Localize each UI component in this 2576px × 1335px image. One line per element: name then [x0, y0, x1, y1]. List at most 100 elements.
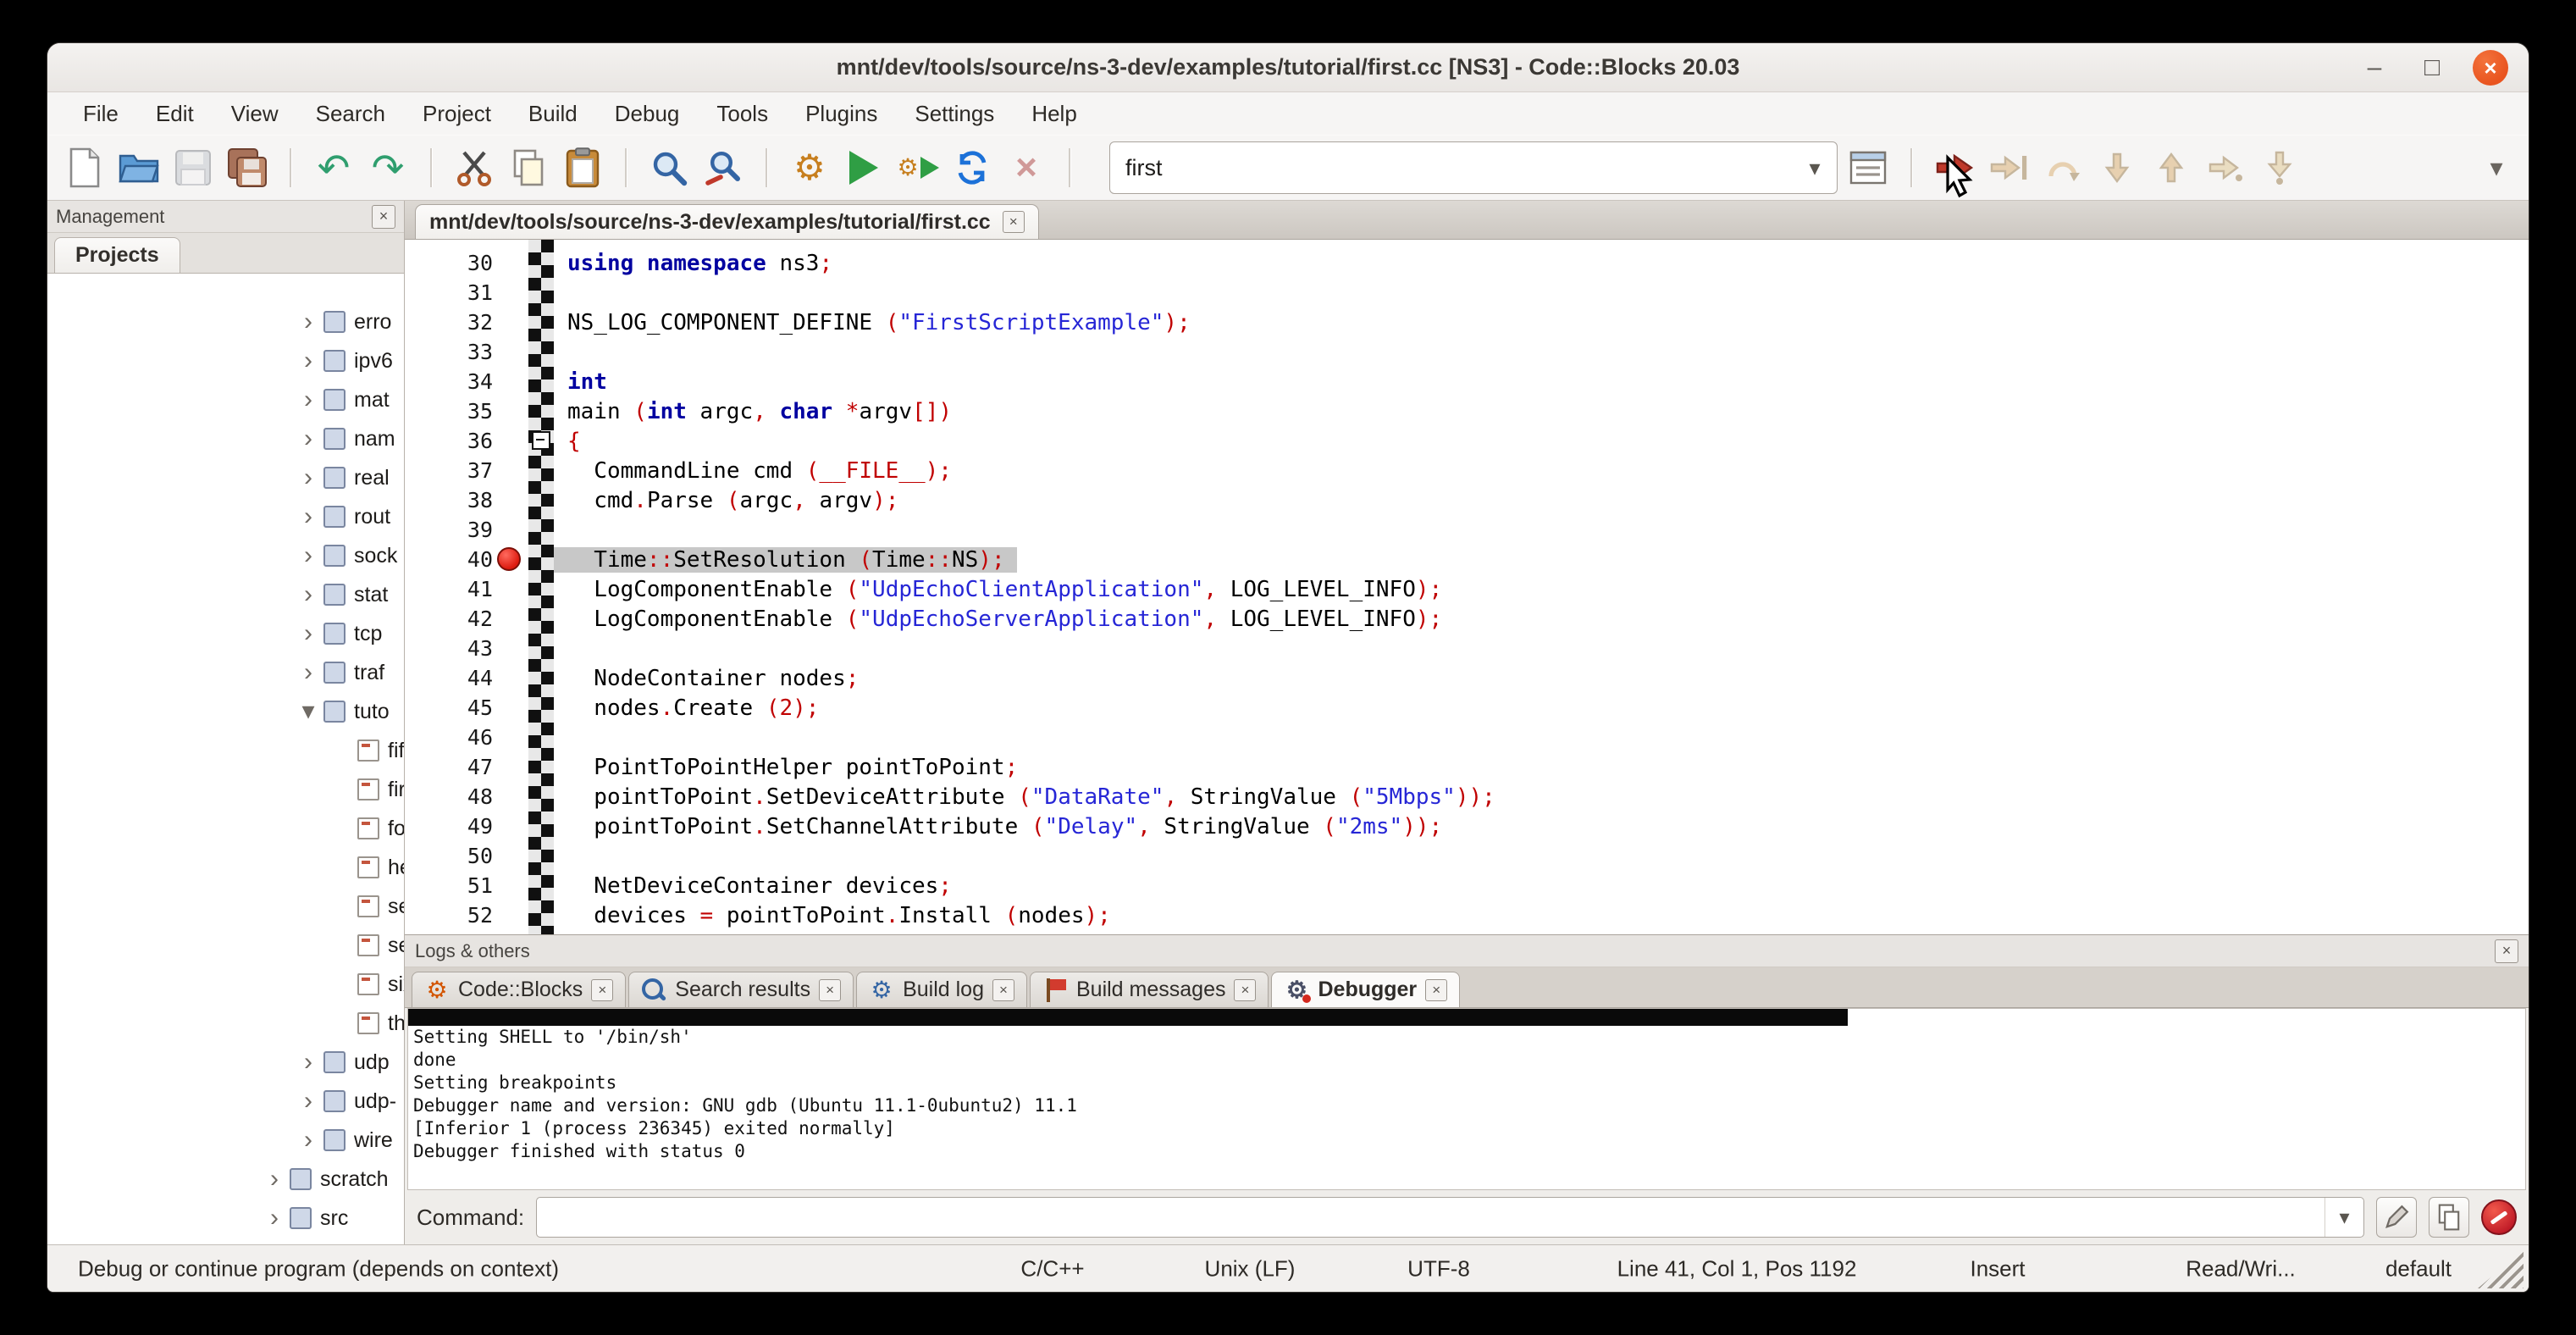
tree-item-scratch[interactable]: ›scratch — [47, 1160, 404, 1199]
redo-button[interactable]: ↷ — [364, 144, 412, 191]
tree-item-udp-[interactable]: ›udp- — [47, 1082, 404, 1121]
close-icon[interactable]: × — [1003, 211, 1025, 233]
abort-button[interactable]: × — [1003, 144, 1050, 191]
breakpoint-margin[interactable] — [493, 574, 528, 604]
code-line-46[interactable]: 46 — [405, 723, 2529, 752]
new-file-button[interactable] — [61, 144, 108, 191]
tree-item-se[interactable]: se — [47, 926, 404, 965]
breakpoint-margin[interactable] — [493, 723, 528, 752]
chevron-right-icon[interactable]: › — [293, 309, 323, 335]
chevron-down-icon[interactable]: ▾ — [1793, 155, 1837, 181]
project-tree[interactable]: ›erro›ipv6›mat›nam›real›rout›sock›stat›t… — [47, 274, 404, 1244]
step-into-button[interactable] — [2093, 144, 2141, 191]
menu-item-search[interactable]: Search — [297, 97, 404, 131]
breakpoint-icon[interactable] — [497, 547, 521, 571]
chevron-down-icon[interactable]: ▾ — [293, 699, 323, 724]
code-line-31[interactable]: 31 — [405, 278, 2529, 307]
breakpoint-margin[interactable] — [493, 693, 528, 723]
cut-button[interactable] — [451, 144, 498, 191]
tree-item-real[interactable]: ›real — [47, 458, 404, 497]
code-line-35[interactable]: 35main (int argc, char *argv[]) — [405, 396, 2529, 426]
chevron-right-icon[interactable]: › — [293, 504, 323, 529]
chevron-down-icon[interactable]: ▾ — [2324, 1198, 2363, 1237]
code-line-45[interactable]: 45 nodes.Create (2); — [405, 693, 2529, 723]
breakpoint-margin[interactable] — [493, 663, 528, 693]
tree-item-six[interactable]: six — [47, 965, 404, 1004]
chevron-right-icon[interactable]: › — [293, 660, 323, 685]
debugger-log[interactable]: Setting SHELL to '/bin/sh'doneSetting br… — [407, 1008, 2526, 1190]
stop-debugger-button[interactable] — [2481, 1199, 2517, 1235]
log-selected-row[interactable] — [408, 1009, 1848, 1026]
code-line-32[interactable]: 32NS_LOG_COMPONENT_DEFINE ("FirstScriptE… — [405, 307, 2529, 337]
step-into-instruction-button[interactable] — [2256, 144, 2303, 191]
breakpoint-margin[interactable] — [493, 307, 528, 337]
menu-item-build[interactable]: Build — [510, 97, 596, 131]
chevron-right-icon[interactable]: › — [293, 1088, 323, 1114]
code-line-50[interactable]: 50 — [405, 841, 2529, 871]
build-and-run-button[interactable]: ⚙ — [894, 144, 942, 191]
code-line-51[interactable]: 51 NetDeviceContainer devices; — [405, 871, 2529, 900]
close-icon[interactable]: × — [1234, 979, 1256, 1001]
run-button[interactable] — [840, 144, 887, 191]
code-line-40[interactable]: 40 Time::SetResolution (Time::NS); — [405, 545, 2529, 574]
code-line-47[interactable]: 47 PointToPointHelper pointToPoint; — [405, 752, 2529, 782]
breakpoint-margin[interactable] — [493, 782, 528, 812]
copy-log-button[interactable] — [2429, 1197, 2469, 1238]
chevron-right-icon[interactable]: › — [293, 348, 323, 374]
log-tab-debugger[interactable]: ⚙Debugger× — [1271, 972, 1460, 1007]
menu-item-file[interactable]: File — [64, 97, 137, 131]
menu-item-plugins[interactable]: Plugins — [787, 97, 896, 131]
code-editor[interactable]: 30using namespace ns3;3132NS_LOG_COMPONE… — [405, 240, 2529, 934]
breakpoint-margin[interactable] — [493, 604, 528, 634]
open-file-button[interactable] — [115, 144, 163, 191]
build-button[interactable]: ⚙ — [786, 144, 833, 191]
tree-item-fo[interactable]: fo — [47, 809, 404, 848]
tree-item-mat[interactable]: ›mat — [47, 380, 404, 419]
breakpoint-margin[interactable] — [493, 278, 528, 307]
run-to-cursor-button[interactable] — [1985, 144, 2032, 191]
debug-continue-button[interactable] — [1931, 144, 1978, 191]
close-icon[interactable]: × — [819, 979, 841, 1001]
code-line-49[interactable]: 49 pointToPoint.SetChannelAttribute ("De… — [405, 812, 2529, 841]
maximize-button[interactable]: □ — [2415, 53, 2449, 82]
close-icon[interactable]: × — [2495, 939, 2518, 963]
paste-button[interactable] — [559, 144, 606, 191]
next-line-button[interactable] — [2039, 144, 2087, 191]
tree-item-th[interactable]: th — [47, 1004, 404, 1043]
title-bar[interactable]: mnt/dev/tools/source/ns-3-dev/examples/t… — [47, 43, 2529, 92]
tree-item-he[interactable]: he — [47, 848, 404, 887]
breakpoint-margin[interactable] — [493, 841, 528, 871]
close-icon[interactable]: × — [992, 979, 1014, 1001]
code-line-38[interactable]: 38 cmd.Parse (argc, argv); — [405, 485, 2529, 515]
chevron-right-icon[interactable]: › — [293, 621, 323, 646]
close-icon[interactable]: × — [591, 979, 613, 1001]
chevron-right-icon[interactable]: › — [293, 1050, 323, 1075]
tree-item-se[interactable]: se — [47, 887, 404, 926]
code-line-42[interactable]: 42 LogComponentEnable ("UdpEchoServerApp… — [405, 604, 2529, 634]
tree-item-rout[interactable]: ›rout — [47, 497, 404, 536]
save-all-button[interactable] — [224, 144, 271, 191]
tree-item-sock[interactable]: ›sock — [47, 536, 404, 575]
code-line-48[interactable]: 48 pointToPoint.SetDeviceAttribute ("Dat… — [405, 782, 2529, 812]
chevron-right-icon[interactable]: › — [293, 582, 323, 607]
breakpoint-margin[interactable] — [493, 367, 528, 396]
chevron-right-icon[interactable]: › — [293, 1127, 323, 1153]
replace-button[interactable] — [699, 144, 747, 191]
code-line-37[interactable]: 37 CommandLine cmd (__FILE__); — [405, 456, 2529, 485]
minimize-button[interactable]: – — [2358, 53, 2391, 82]
code-line-43[interactable]: 43 — [405, 634, 2529, 663]
tree-item-wire[interactable]: ›wire — [47, 1121, 404, 1160]
build-target-combobox[interactable]: first ▾ — [1109, 141, 1838, 194]
menu-item-project[interactable]: Project — [404, 97, 510, 131]
log-tab-codeblocks[interactable]: ⚙Code::Blocks× — [412, 972, 626, 1007]
tree-item-fir[interactable]: fir — [47, 770, 404, 809]
breakpoint-margin[interactable] — [493, 871, 528, 900]
tree-item-src[interactable]: ›src — [47, 1199, 404, 1238]
log-tab-build[interactable]: ⚙Build log× — [856, 972, 1027, 1007]
chevron-right-icon[interactable]: › — [293, 387, 323, 413]
menu-item-debug[interactable]: Debug — [596, 97, 699, 131]
log-tab-search[interactable]: Search results× — [628, 972, 854, 1007]
code-line-34[interactable]: 34int — [405, 367, 2529, 396]
code-line-30[interactable]: 30using namespace ns3; — [405, 248, 2529, 278]
menu-item-view[interactable]: View — [213, 97, 297, 131]
